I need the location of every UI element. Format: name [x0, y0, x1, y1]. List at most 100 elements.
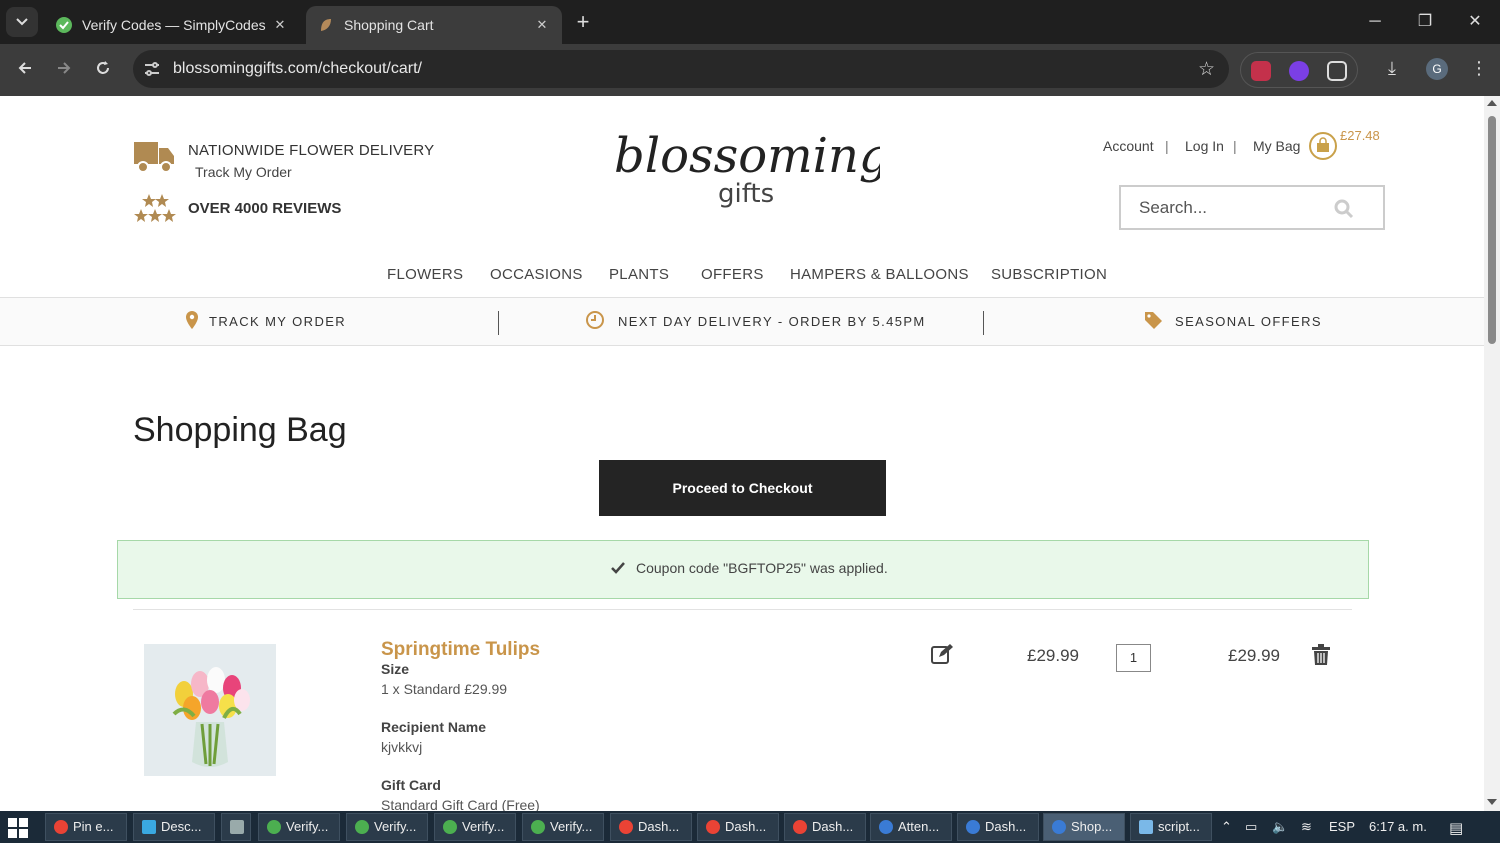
- separator: |: [1165, 138, 1169, 154]
- divider: [983, 311, 984, 335]
- search-input[interactable]: Search...: [1139, 198, 1207, 218]
- scroll-thumb[interactable]: [1488, 116, 1496, 344]
- close-tab-icon[interactable]: ✕: [272, 17, 288, 33]
- taskbar-item[interactable]: [221, 813, 251, 841]
- product-image[interactable]: [144, 644, 276, 776]
- logo-image: blossoming gifts: [614, 128, 890, 209]
- windows-start-icon[interactable]: [8, 818, 28, 838]
- taskbar-item[interactable]: Verify...: [522, 813, 604, 841]
- shopping-bag-icon[interactable]: [1309, 132, 1337, 160]
- taskbar-item[interactable]: Verify...: [346, 813, 428, 841]
- windows-taskbar: Pin e... Desc... Verify... Verify... Ver…: [0, 811, 1500, 843]
- tab-verify-codes[interactable]: Verify Codes — SimplyCodes ✕: [44, 6, 300, 44]
- new-tab-button[interactable]: +: [570, 8, 596, 36]
- nav-occasions[interactable]: OCCASIONS: [490, 266, 583, 283]
- page-scrollbar[interactable]: [1484, 96, 1500, 811]
- nav-plants[interactable]: PLANTS: [609, 266, 669, 283]
- taskbar-item-label: Verify...: [550, 819, 593, 834]
- minimize-button[interactable]: ─: [1350, 0, 1400, 44]
- taskbar-item-label: Desc...: [161, 819, 202, 834]
- taskbar-item[interactable]: Dash...: [697, 813, 779, 841]
- taskbar-item-label: Verify...: [286, 819, 329, 834]
- info-next-day-delivery: NEXT DAY DELIVERY - ORDER BY 5.45PM: [618, 314, 926, 329]
- scroll-up-arrow-icon[interactable]: [1487, 100, 1497, 106]
- notifications-icon[interactable]: ▤: [1449, 819, 1463, 837]
- taskbar-item[interactable]: Pin e...: [45, 813, 127, 841]
- volume-icon[interactable]: 🔈: [1272, 819, 1288, 835]
- info-bar: TRACK MY ORDER NEXT DAY DELIVERY - ORDER…: [0, 297, 1484, 346]
- scroll-down-arrow-icon[interactable]: [1487, 799, 1497, 805]
- wifi-icon[interactable]: ≋: [1301, 819, 1312, 835]
- chrome-icon: [1052, 820, 1066, 834]
- item-price: £29.99: [1027, 646, 1079, 665]
- close-tab-icon[interactable]: ✕: [534, 17, 550, 33]
- language-indicator[interactable]: ESP: [1329, 819, 1355, 834]
- bookmark-star-icon[interactable]: ☆: [1198, 58, 1215, 81]
- tray-chevron-up-icon[interactable]: ⌃: [1221, 819, 1232, 835]
- login-link[interactable]: Log In: [1185, 138, 1224, 154]
- account-link[interactable]: Account: [1103, 138, 1154, 154]
- restore-button[interactable]: ❐: [1400, 0, 1450, 44]
- menu-dots-icon[interactable]: ⋮: [1470, 58, 1488, 79]
- site-info-icon[interactable]: [143, 60, 161, 78]
- tab-shopping-cart[interactable]: Shopping Cart ✕: [306, 6, 562, 44]
- taskbar-item[interactable]: Dash...: [610, 813, 692, 841]
- nav-offers[interactable]: OFFERS: [701, 266, 764, 283]
- nav-hampers-balloons[interactable]: HAMPERS & BALLOONS: [790, 266, 969, 283]
- my-bag-link[interactable]: My Bag: [1253, 138, 1300, 154]
- search-icon[interactable]: [1333, 198, 1355, 220]
- info-seasonal-offers[interactable]: SEASONAL OFFERS: [1175, 314, 1322, 329]
- blossoming-favicon-icon: [321, 19, 331, 31]
- chrome-icon: [966, 820, 980, 834]
- review-stars-icon: [134, 194, 176, 222]
- taskbar-item[interactable]: Dash...: [784, 813, 866, 841]
- web-page: NATIONWIDE FLOWER DELIVERY Track My Orde…: [0, 96, 1484, 811]
- reload-button[interactable]: [89, 56, 117, 84]
- chrome-icon: [879, 820, 893, 834]
- trash-icon[interactable]: [1311, 644, 1331, 666]
- product-name[interactable]: Springtime Tulips: [381, 639, 540, 661]
- taskbar-item-label: Pin e...: [73, 819, 114, 834]
- forward-button[interactable]: [50, 56, 78, 84]
- address-bar[interactable]: blossominggifts.com/checkout/cart/ ☆: [133, 50, 1229, 88]
- reload-icon: [97, 61, 109, 74]
- download-icon[interactable]: ⤓: [1388, 58, 1396, 79]
- puzzle-extensions-icon[interactable]: [1327, 61, 1347, 81]
- simplycodes-extension-icon[interactable]: [1289, 61, 1309, 81]
- clock-icon: [586, 311, 604, 329]
- nav-subscription[interactable]: SUBSCRIPTION: [991, 266, 1107, 283]
- proceed-to-checkout-button[interactable]: Proceed to Checkout: [599, 460, 886, 516]
- info-track-order[interactable]: TRACK MY ORDER: [209, 314, 346, 329]
- search-box[interactable]: Search...: [1119, 185, 1385, 230]
- price-tag-icon: [1145, 312, 1162, 329]
- taskbar-item[interactable]: Verify...: [258, 813, 340, 841]
- taskbar-item[interactable]: Atten...: [870, 813, 952, 841]
- close-window-button[interactable]: ✕: [1450, 0, 1500, 44]
- chrome-icon: [793, 820, 807, 834]
- taskbar-item[interactable]: Desc...: [133, 813, 215, 841]
- blossoming-gifts-logo[interactable]: blossoming gifts: [612, 114, 890, 218]
- nav-flowers[interactable]: FLOWERS: [387, 266, 463, 283]
- chrome-icon: [54, 820, 68, 834]
- taskbar-item[interactable]: script...: [1130, 813, 1212, 841]
- gift-card-value: Standard Gift Card (Free): [381, 797, 540, 811]
- tab-search-button[interactable]: [6, 7, 38, 37]
- quantity-input[interactable]: 1: [1116, 644, 1151, 672]
- edit-item-icon[interactable]: [930, 643, 954, 665]
- taskbar-item-active[interactable]: Shop...: [1043, 813, 1125, 841]
- profile-avatar[interactable]: G: [1426, 58, 1448, 80]
- taskbar-item[interactable]: Dash...: [957, 813, 1039, 841]
- clock[interactable]: 6:17 a. m.: [1369, 819, 1427, 834]
- track-my-order-link[interactable]: Track My Order: [195, 164, 292, 180]
- back-button[interactable]: [11, 56, 39, 84]
- download-icon: [142, 820, 156, 834]
- taskbar-item[interactable]: Verify...: [434, 813, 516, 841]
- recipient-label: Recipient Name: [381, 719, 487, 735]
- browser-tab-bar: Verify Codes — SimplyCodes ✕ Shopping Ca…: [0, 0, 1500, 44]
- ublock-extension-icon[interactable]: [1251, 61, 1271, 81]
- item-subtotal: £29.99: [1228, 646, 1280, 665]
- arrow-left-icon: [18, 62, 31, 74]
- separator: |: [1233, 138, 1237, 154]
- chrome-icon: [443, 820, 457, 834]
- battery-icon[interactable]: ▭: [1245, 819, 1257, 835]
